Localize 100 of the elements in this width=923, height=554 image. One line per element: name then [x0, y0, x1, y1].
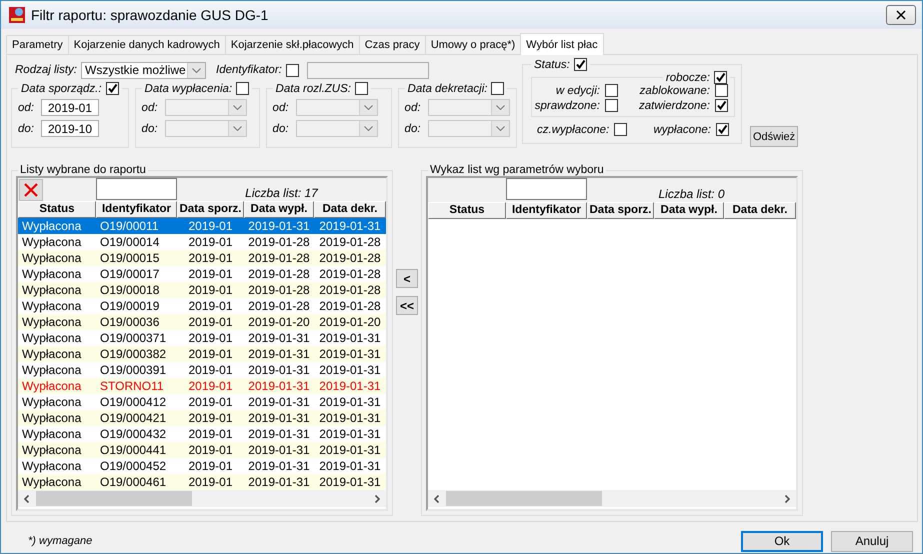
column-header[interactable]: Data sporz. [177, 201, 244, 218]
column-header[interactable]: Data sporz. [587, 202, 654, 219]
identifier-field[interactable] [306, 62, 429, 78]
table-cell-text: 2019-01-31 [318, 442, 382, 458]
move-button[interactable]: << [396, 296, 418, 315]
table-cell-text: 2019-01-31 [318, 426, 382, 442]
checkbox[interactable] [714, 71, 727, 84]
group-label: robocze: [666, 72, 710, 84]
table-row[interactable]: Wypłacona O19/000441 2019-01 2019-01-31 2019-01-31 [18, 442, 386, 458]
table-row[interactable]: Wypłacona O19/000461 2019-01 2019-01-31 2019-01-31 [18, 474, 386, 490]
filter-field[interactable] [506, 178, 587, 200]
table-cell-text: STORNO11 [99, 378, 165, 394]
checkbox[interactable] [605, 84, 618, 97]
column-header[interactable]: Identyfikator [506, 202, 587, 219]
checkbox[interactable] [605, 99, 618, 112]
column-header[interactable]: Data wypł. [654, 202, 724, 219]
table-cell-text: 2019-01-31 [318, 474, 382, 490]
scroll-thumb[interactable] [446, 491, 602, 506]
chevron-down-icon [232, 126, 242, 131]
horizontal-scrollbar[interactable] [428, 490, 796, 507]
identifier-label: Identyfikator: [216, 64, 282, 76]
chevron-down-icon [496, 105, 505, 110]
list-type-dropdown[interactable]: Wszystkie możliwe [81, 62, 206, 78]
horizontal-scrollbar[interactable] [18, 490, 386, 507]
table-cell-text: Wypłacona [21, 314, 82, 330]
list-count: Liczba list: 0 [657, 187, 726, 202]
table-row[interactable]: Wypłacona O19/00018 2019-01 2019-01-28 2019-01-28 [18, 282, 386, 298]
table-row[interactable]: Wypłacona O19/000432 2019-01 2019-01-31 2019-01-31 [18, 426, 386, 442]
table-cell-text: O19/000382 [99, 346, 168, 362]
option-label: wypłacone: [653, 124, 711, 136]
close-button[interactable] [886, 5, 916, 25]
checkbox[interactable] [614, 123, 628, 136]
table-cell-text: O19/00017 [99, 266, 160, 282]
tab[interactable]: Wybór list płac [520, 33, 604, 55]
scroll-left-icon[interactable] [22, 494, 32, 504]
table-row[interactable]: Wypłacona O19/00019 2019-01 2019-01-28 2019-01-28 [18, 298, 386, 314]
table-cell-text: 2019-01-28 [318, 250, 382, 266]
table-cell-text: 2019-01-28 [247, 298, 311, 314]
table-cell-text: O19/000452 [99, 458, 168, 474]
group-label: Status: [534, 58, 570, 70]
checkbox[interactable] [716, 123, 729, 136]
table-row[interactable]: Wypłacona O19/00014 2019-01 2019-01-28 2019-01-28 [18, 234, 386, 250]
tab[interactable]: Parametry [6, 35, 69, 54]
table-cell-text: O19/000371 [99, 330, 168, 346]
table-row[interactable]: Wypłacona O19/000391 2019-01 2019-01-31 2019-01-31 [18, 362, 386, 378]
date-field[interactable]: 2019-10 [41, 120, 99, 137]
column-header[interactable]: Status [18, 201, 96, 218]
table-cell-text: Wypłacona [21, 426, 82, 442]
table-cell-text: O19/00014 [99, 234, 160, 250]
table-cell-text: Wypłacona [21, 394, 82, 410]
table-cell-text: 2019-01-31 [247, 362, 311, 378]
scroll-left-icon[interactable] [432, 494, 442, 504]
table-row[interactable]: Wypłacona O19/000412 2019-01 2019-01-31 2019-01-31 [18, 394, 386, 410]
table-cell-text: Wypłacona [21, 218, 82, 234]
refresh-button[interactable]: Odśwież [750, 126, 798, 147]
table-row[interactable]: Wypłacona O19/000452 2019-01 2019-01-31 2019-01-31 [18, 458, 386, 474]
table-row[interactable]: Wypłacona O19/000421 2019-01 2019-01-31 2019-01-31 [18, 410, 386, 426]
date-label: do: [18, 122, 35, 134]
table-cell-text: O19/00019 [99, 298, 160, 314]
checkbox[interactable] [715, 84, 728, 97]
checkbox[interactable] [574, 58, 587, 71]
table-cell-text: 2019-01 [187, 250, 234, 266]
option-label: zablokowane: [640, 84, 710, 96]
table-row[interactable]: Wypłacona O19/00011 2019-01 2019-01-31 2019-01-31 [18, 218, 386, 234]
table-cell-text: 2019-01-31 [247, 346, 311, 362]
table-row[interactable]: Wypłacona O19/00036 2019-01 2019-01-20 2019-01-20 [18, 314, 386, 330]
table-cell-text: 2019-01 [187, 394, 234, 410]
column-header[interactable]: Identyfikator [96, 201, 177, 218]
checkbox[interactable] [715, 99, 728, 112]
scroll-right-icon[interactable] [372, 494, 382, 504]
table-row[interactable]: Wypłacona STORNO11 2019-01 2019-01-31 2019-01-31 [18, 378, 386, 394]
table-cell-text: 2019-01-28 [318, 298, 382, 314]
date-field[interactable]: 2019-01 [41, 99, 99, 116]
column-header[interactable]: Status [428, 202, 506, 219]
dialog-button[interactable]: Ok [741, 530, 823, 552]
cross-icon [23, 182, 39, 198]
move-button[interactable]: < [396, 269, 418, 288]
delete-button[interactable] [19, 178, 43, 201]
table-row[interactable]: Wypłacona O19/000371 2019-01 2019-01-31 2019-01-31 [18, 330, 386, 346]
table-row[interactable]: Wypłacona O19/00017 2019-01 2019-01-28 2019-01-28 [18, 266, 386, 282]
table-cell-text: 2019-01 [187, 282, 234, 298]
checkbox[interactable] [286, 64, 299, 76]
table-cell-text: 2019-01-28 [247, 282, 311, 298]
filter-field[interactable] [96, 178, 177, 200]
column-header[interactable]: Data dekr. [724, 202, 796, 219]
column-header[interactable]: Data dekr. [314, 201, 386, 218]
dialog-button[interactable]: Anuluj [831, 530, 913, 552]
date-label: do: [404, 122, 422, 134]
scroll-right-icon[interactable] [782, 494, 792, 504]
table-cell-text: 2019-01 [187, 266, 234, 282]
checkbox[interactable] [106, 82, 119, 95]
table-cell-text: 2019-01-31 [318, 346, 382, 362]
table-row[interactable]: Wypłacona O19/000382 2019-01 2019-01-31 2019-01-31 [18, 346, 386, 362]
table-cell-text: 2019-01-31 [318, 410, 382, 426]
column-header[interactable]: Data wypł. [244, 201, 314, 218]
chevron-down-icon [364, 105, 373, 110]
table-row[interactable]: Wypłacona O19/00015 2019-01 2019-01-28 2019-01-28 [18, 250, 386, 266]
group-label: Data dekretacji: [408, 82, 488, 94]
table-cell-text: 2019-01-28 [247, 266, 311, 282]
scroll-thumb[interactable] [36, 491, 192, 506]
